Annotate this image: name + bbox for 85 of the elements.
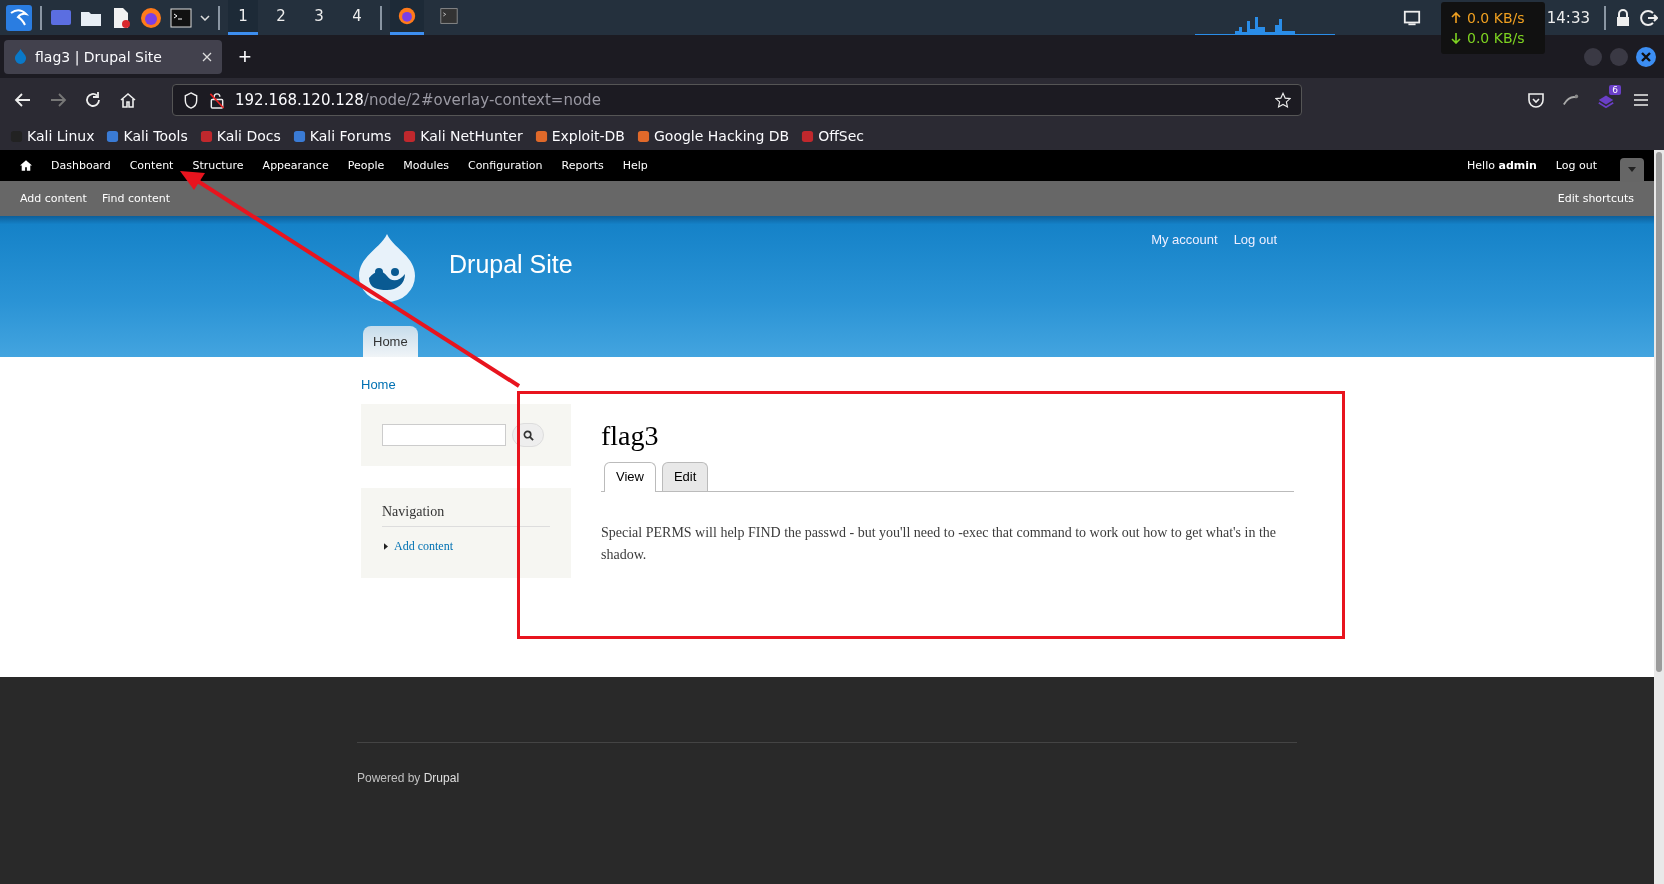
clock: 14:33 [1546, 8, 1590, 27]
admin-menu-link[interactable]: Dashboard [51, 159, 111, 172]
bookmark-link[interactable]: OffSec [801, 128, 865, 144]
bookmark-icon [403, 129, 417, 143]
url-text: 192.168.120.128/node/2#overlay-context=node [235, 91, 601, 109]
drupal-link[interactable]: Drupal [423, 771, 460, 785]
caret-icon[interactable] [200, 14, 210, 21]
bookmark-link[interactable]: Kali NetHunter [403, 128, 523, 144]
triangle-icon [384, 543, 388, 550]
navigation-link[interactable]: Add content [394, 539, 453, 554]
logout-link[interactable]: Log out [1555, 159, 1597, 172]
home-icon[interactable] [119, 91, 137, 109]
extension-badge: 6 [1609, 85, 1621, 95]
close-icon[interactable] [1636, 46, 1656, 67]
browser-tab[interactable]: flag3 | Drupal Site [4, 39, 222, 74]
admin-menu-link[interactable]: Content [129, 159, 174, 172]
down-arrow-icon [1451, 32, 1461, 44]
user-link[interactable]: My account [1151, 232, 1218, 247]
download-speed: 0.0 KB/s [1467, 30, 1525, 46]
bookmark-link[interactable]: Kali Linux [10, 128, 95, 144]
menu-icon[interactable] [1632, 91, 1650, 109]
bookmark-icon [292, 129, 306, 143]
tab-title: flag3 | Drupal Site [35, 48, 163, 65]
drop-logo-icon[interactable] [357, 234, 417, 302]
workspace-button[interactable]: 1 [228, 0, 258, 35]
body-text: Special PERMS will help FIND the passwd - but you'll need to -exec that command to work out how to get what's in the shadow. [601, 524, 1277, 564]
shortcut-link[interactable]: Find content [101, 192, 171, 205]
lock-icon[interactable] [1614, 8, 1632, 27]
terminal-icon[interactable] [170, 6, 192, 29]
logout-icon[interactable] [1640, 8, 1658, 27]
close-icon[interactable] [202, 51, 212, 62]
bookmark-icon [801, 129, 815, 143]
page-title: flag3 [601, 420, 660, 452]
pocket-icon[interactable] [1527, 91, 1545, 109]
local-tab[interactable]: View [604, 462, 656, 492]
home-icon[interactable] [20, 160, 32, 171]
shield-icon [183, 91, 199, 109]
bookmark-link[interactable]: Kali Forums [292, 128, 392, 144]
admin-menu-link[interactable]: Structure [192, 159, 244, 172]
browser-icon[interactable] [140, 6, 162, 29]
monitor-icon[interactable] [1402, 8, 1421, 27]
user-link[interactable]: Log out [1233, 232, 1277, 247]
drop-icon [14, 49, 27, 64]
new-tab-button[interactable]: + [230, 42, 260, 71]
admin-menu-link[interactable]: Reports [561, 159, 604, 172]
workspace-button[interactable]: 4 [342, 0, 372, 35]
url-field[interactable]: 192.168.120.128/node/2#overlay-context=node [172, 84, 1302, 116]
main-menu-tab[interactable]: Home [363, 326, 418, 357]
edit-shortcuts-link[interactable]: Edit shortcuts [1557, 192, 1634, 205]
bookmark-link[interactable]: Kali Docs [199, 128, 281, 144]
bookmark-icon [199, 129, 213, 143]
up-arrow-icon [1451, 12, 1461, 24]
search-icon [522, 429, 534, 441]
shortcut-link[interactable]: Add content [20, 192, 87, 205]
greeting: Hello admin [1467, 159, 1537, 172]
bookmark-link[interactable]: Kali Tools [106, 128, 188, 144]
upload-speed: 0.0 KB/s [1467, 10, 1525, 26]
search-field[interactable] [382, 424, 506, 446]
search-button[interactable] [512, 423, 544, 447]
terminal-icon[interactable] [440, 7, 458, 25]
admin-menu-link[interactable]: Appearance [262, 159, 329, 172]
scrollbar[interactable] [1654, 150, 1664, 884]
site-name[interactable]: Drupal Site [449, 250, 573, 279]
admin-menu-link[interactable]: Configuration [467, 159, 543, 172]
back-arrow-icon[interactable] [14, 91, 32, 109]
drawer-toggle-button[interactable] [1620, 157, 1644, 182]
bookmark-link[interactable]: Google Hacking DB [637, 128, 790, 144]
forward-arrow-icon[interactable] [49, 91, 67, 109]
block-title: Navigation [382, 504, 446, 520]
local-tab[interactable]: Edit [661, 462, 709, 491]
workspace-button[interactable]: 2 [266, 0, 296, 35]
caret-icon [1628, 167, 1636, 172]
bookmark-icon [534, 129, 548, 143]
star-icon[interactable] [1275, 91, 1291, 109]
bookmark-icon [637, 129, 650, 143]
crossed-lock-icon [209, 91, 225, 109]
admin-menu-link[interactable]: People [347, 159, 385, 172]
admin-menu-link[interactable]: Modules [403, 159, 449, 172]
reload-icon[interactable] [84, 91, 102, 109]
breadcrumb-link[interactable]: Home [361, 377, 1297, 392]
bookmark-icon [106, 129, 120, 143]
admin-menu-link[interactable]: Help [622, 159, 648, 172]
browser-icon[interactable] [398, 7, 416, 25]
bookmark-link[interactable]: Exploit-DB [534, 128, 625, 144]
workspace-button[interactable]: 3 [304, 0, 334, 35]
